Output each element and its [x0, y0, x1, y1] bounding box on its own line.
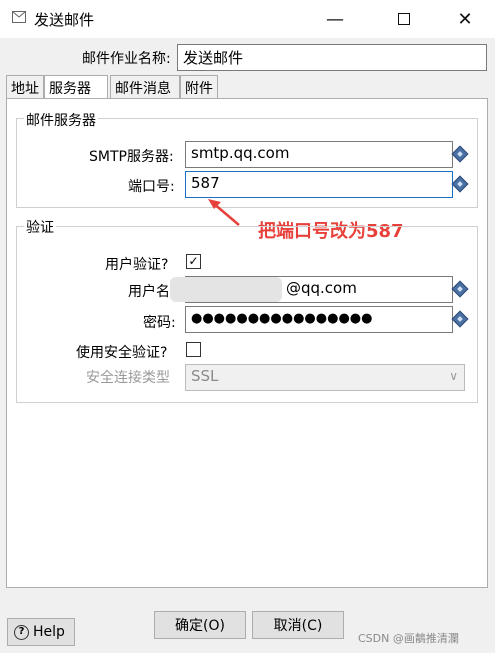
checkmark-icon: ✓	[188, 254, 199, 268]
tab-address[interactable]: 地址	[6, 75, 44, 99]
help-label: Help	[33, 624, 65, 640]
ok-button[interactable]: 确定(O)	[154, 611, 246, 639]
title-bar: 发送邮件 — ✕	[0, 0, 495, 38]
tab-attachments[interactable]: 附件	[180, 75, 218, 99]
secure-auth-checkbox[interactable]	[186, 342, 201, 357]
tab-address-label: 地址	[11, 81, 39, 97]
tab-message[interactable]: 邮件消息	[110, 75, 180, 99]
password-input[interactable]: ●●●●●●●●●●●●●●●●	[185, 306, 453, 333]
smtp-label: SMTP服务器:	[89, 149, 174, 165]
cancel-button[interactable]: 取消(C)	[252, 611, 344, 639]
minimize-button[interactable]: —	[312, 0, 358, 38]
use-auth-checkbox[interactable]: ✓	[186, 254, 201, 269]
help-icon: ?	[14, 624, 29, 640]
tab-attachments-label: 附件	[185, 81, 213, 97]
close-button[interactable]: ✕	[442, 0, 488, 38]
use-auth-label: 用户验证?	[105, 257, 169, 273]
tab-server[interactable]: 服务器	[44, 75, 108, 100]
window-title: 发送邮件	[34, 11, 95, 29]
mail-icon	[12, 11, 26, 23]
conn-type-select[interactable]: SSL ∨	[185, 364, 465, 391]
minimize-icon: —	[326, 8, 344, 30]
auth-group-title: 验证	[24, 217, 56, 237]
help-button[interactable]: ? Help	[7, 618, 75, 646]
tab-server-label: 服务器	[49, 81, 91, 97]
port-label: 端口号:	[128, 179, 175, 195]
server-group-title: 邮件服务器	[24, 110, 98, 130]
smtp-server-input[interactable]: smtp.qq.com	[185, 141, 453, 168]
maximize-button[interactable]	[381, 0, 427, 38]
password-label: 密码:	[143, 315, 176, 331]
redaction-blur	[170, 277, 282, 302]
job-name-label: 邮件作业名称:	[82, 51, 171, 67]
secure-auth-label: 使用安全验证?	[76, 345, 168, 361]
port-input[interactable]: 587	[185, 171, 453, 198]
conn-type-value: SSL	[191, 367, 219, 385]
username-label: 用户名	[128, 284, 170, 300]
watermark: CSDN @画鶄推清瀾	[358, 632, 459, 645]
chevron-down-icon: ∨	[449, 369, 458, 383]
conn-type-label: 安全连接类型	[86, 370, 170, 386]
maximize-icon	[398, 13, 410, 25]
tab-message-label: 邮件消息	[115, 81, 171, 97]
job-name-input[interactable]: 发送邮件	[177, 44, 487, 71]
close-icon: ✕	[457, 8, 473, 30]
